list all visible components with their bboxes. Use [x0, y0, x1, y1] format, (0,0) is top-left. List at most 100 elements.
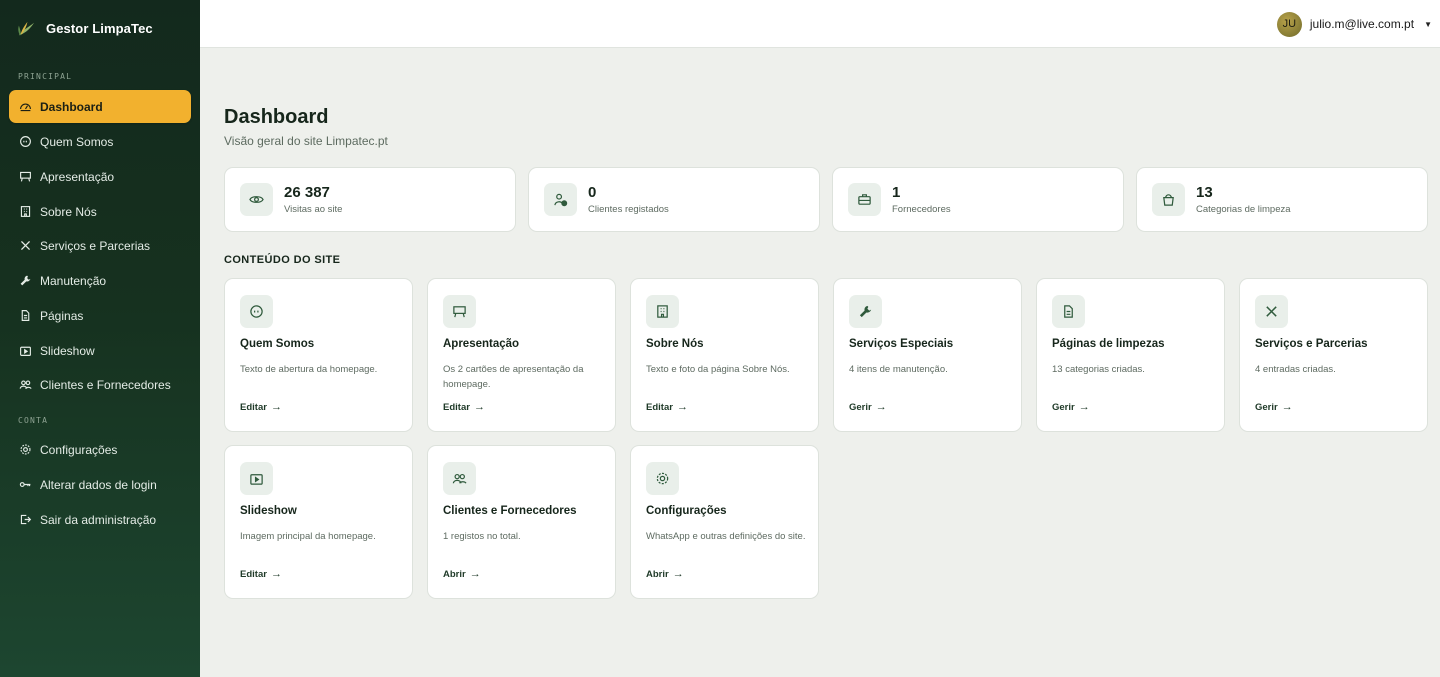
card-configuracoes[interactable]: Configurações WhatsApp e outras definiçõ… — [630, 445, 819, 599]
gear-icon — [19, 443, 32, 456]
card-description: 1 registos no total. — [443, 531, 521, 542]
easel-icon — [19, 170, 32, 183]
card-quem-somos[interactable]: Quem Somos Texto de abertura da homepage… — [224, 278, 413, 432]
eye-icon — [240, 183, 273, 216]
card-apresentacao[interactable]: Apresentação Os 2 cartões de apresentaçã… — [427, 278, 616, 432]
arrow-right-icon: → — [1078, 401, 1090, 413]
user-email[interactable]: julio.m@live.com.pt — [1310, 17, 1414, 31]
sidebar-item-dashboard[interactable]: Dashboard — [9, 90, 191, 123]
card-title: Sobre Nós — [646, 338, 704, 350]
sidebar-item-apresentacao[interactable]: Apresentação — [9, 160, 191, 193]
sidebar-item-alterar-login[interactable]: Alterar dados de login — [9, 468, 191, 501]
sidebar-item-servicos-parcerias[interactable]: Serviços e Parcerias — [9, 229, 191, 262]
card-action-link[interactable]: Gerir → — [1052, 401, 1090, 413]
stat-value: 26 387 — [284, 184, 330, 201]
sidebar-item-label: Sobre Nós — [40, 204, 97, 219]
card-title: Clientes e Fornecedores — [443, 505, 577, 517]
users-icon — [443, 462, 476, 495]
card-servicos-especiais[interactable]: Serviços Especiais 4 itens de manutenção… — [833, 278, 1022, 432]
action-label: Abrir — [443, 568, 466, 580]
stat-label: Categorias de limpeza — [1196, 204, 1291, 215]
card-action-link[interactable]: Abrir → — [443, 568, 481, 580]
card-servicos-parcerias[interactable]: Serviços e Parcerias 4 entradas criadas.… — [1239, 278, 1428, 432]
tools-icon — [19, 239, 32, 252]
card-description: 4 entradas criadas. — [1255, 364, 1336, 375]
card-title: Quem Somos — [240, 338, 315, 350]
brand[interactable]: Gestor LimpaTec — [0, 0, 200, 56]
sidebar-item-paginas[interactable]: Páginas — [9, 299, 191, 332]
gauge-icon — [19, 100, 32, 113]
stat-label: Visitas ao site — [284, 204, 343, 215]
card-action-link[interactable]: Editar → — [646, 401, 688, 413]
key-icon — [19, 478, 32, 491]
sidebar-item-sair[interactable]: Sair da administração — [9, 503, 191, 536]
card-action-link[interactable]: Editar → — [443, 401, 485, 413]
card-description: Imagem principal da homepage. — [240, 531, 376, 542]
building-icon — [646, 295, 679, 328]
briefcase-icon — [848, 183, 881, 216]
topbar: JU julio.m@live.com.pt ▼ — [200, 0, 1440, 48]
brand-name: Gestor LimpaTec — [46, 20, 153, 36]
stat-value: 13 — [1196, 184, 1213, 201]
arrow-right-icon: → — [875, 401, 887, 413]
sidebar-item-label: Alterar dados de login — [40, 477, 157, 492]
play-icon — [240, 462, 273, 495]
logout-icon — [19, 513, 32, 526]
tools-icon — [1255, 295, 1288, 328]
sidebar-item-slideshow[interactable]: Slideshow — [9, 334, 191, 367]
action-label: Gerir — [1255, 401, 1278, 413]
action-label: Editar — [646, 401, 673, 413]
card-description: WhatsApp e outras definições do site. — [646, 531, 806, 542]
arrow-right-icon: → — [469, 568, 481, 580]
sidebar-item-label: Dashboard — [40, 99, 103, 114]
user-menu[interactable]: JU julio.m@live.com.pt ▼ — [1276, 11, 1432, 37]
action-label: Editar — [443, 401, 470, 413]
section-heading-conteudo: CONTEÚDO DO SITE — [224, 254, 341, 266]
stat-value: 1 — [892, 184, 901, 201]
file-icon — [19, 309, 32, 322]
card-description: 4 itens de manutenção. — [849, 364, 948, 375]
chat-quote-icon — [240, 295, 273, 328]
wrench-icon — [19, 274, 32, 287]
avatar[interactable]: JU — [1276, 11, 1302, 37]
sidebar-item-clientes-fornecedores[interactable]: Clientes e Fornecedores — [9, 368, 191, 401]
card-action-link[interactable]: Gerir → — [849, 401, 887, 413]
sidebar-item-sobre-nos[interactable]: Sobre Nós — [9, 195, 191, 228]
sidebar-item-label: Manutenção — [40, 273, 107, 288]
easel-icon — [443, 295, 476, 328]
sidebar-item-configuracoes[interactable]: Configurações — [9, 433, 191, 466]
stat-card-clientes: 0 Clientes registados — [528, 167, 820, 232]
sidebar-item-manutencao[interactable]: Manutenção — [9, 264, 191, 297]
sidebar-item-quem-somos[interactable]: Quem Somos — [9, 125, 191, 158]
card-title: Páginas de limpezas — [1052, 338, 1165, 350]
card-action-link[interactable]: Abrir → — [646, 568, 684, 580]
arrow-right-icon: → — [473, 401, 485, 413]
page-title: Dashboard — [224, 106, 329, 128]
page-subtitle: Visão geral do site Limpatec.pt — [224, 134, 388, 148]
chevron-down-icon[interactable]: ▼ — [1424, 20, 1432, 29]
card-clientes-fornecedores[interactable]: Clientes e Fornecedores 1 registos no to… — [427, 445, 616, 599]
sidebar-item-label: Slideshow — [40, 343, 95, 358]
wrench-icon — [849, 295, 882, 328]
stat-card-fornecedores: 1 Fornecedores — [832, 167, 1124, 232]
arrow-right-icon: → — [672, 568, 684, 580]
play-icon — [19, 344, 32, 357]
card-title: Apresentação — [443, 338, 520, 350]
card-sobre-nos[interactable]: Sobre Nós Texto e foto da página Sobre N… — [630, 278, 819, 432]
card-slideshow[interactable]: Slideshow Imagem principal da homepage. … — [224, 445, 413, 599]
card-action-link[interactable]: Editar → — [240, 568, 282, 580]
card-action-link[interactable]: Editar → — [240, 401, 282, 413]
sidebar-item-label: Quem Somos — [40, 134, 114, 149]
arrow-right-icon: → — [676, 401, 688, 413]
sidebar-item-label: Clientes e Fornecedores — [40, 377, 171, 392]
user-check-icon — [544, 183, 577, 216]
card-action-link[interactable]: Gerir → — [1255, 401, 1293, 413]
leaf-logo-icon — [18, 21, 35, 35]
users-icon — [19, 378, 32, 391]
card-paginas-limpezas[interactable]: Páginas de limpezas 13 categorias criada… — [1036, 278, 1225, 432]
sidebar-item-label: Apresentação — [40, 169, 115, 184]
stat-card-categorias: 13 Categorias de limpeza — [1136, 167, 1428, 232]
card-title: Configurações — [646, 505, 727, 517]
bucket-icon — [1152, 183, 1185, 216]
arrow-right-icon: → — [270, 401, 282, 413]
